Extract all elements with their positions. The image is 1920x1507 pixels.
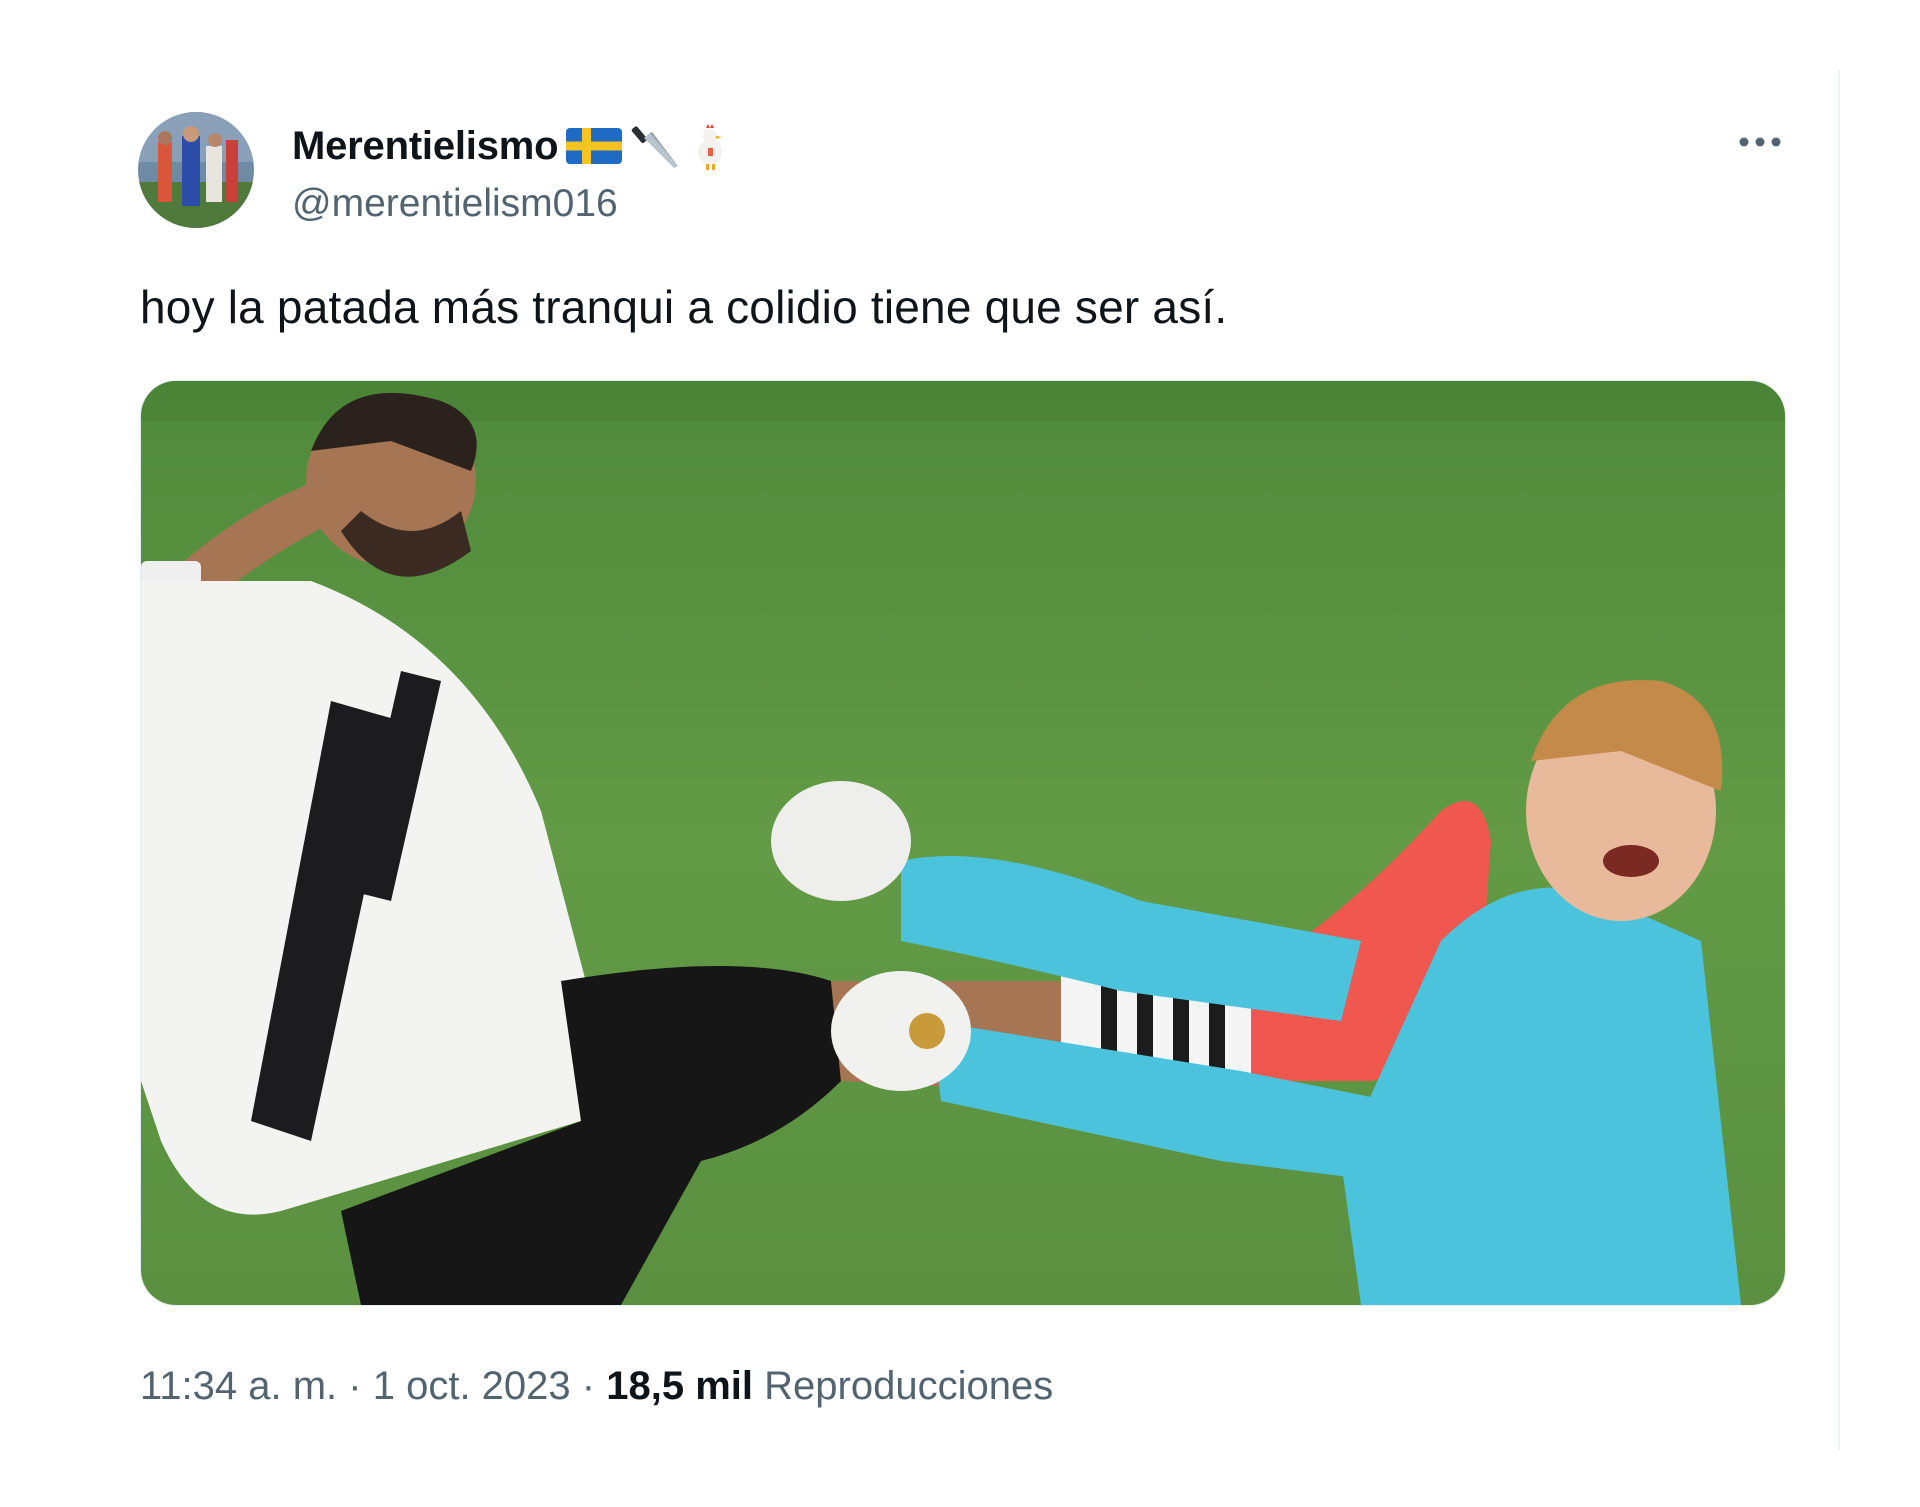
tweet-meta: 11:34 a. m. · 1 oct. 2023 · 18,5 mil Rep… <box>140 1364 1053 1409</box>
more-options-button[interactable] <box>1732 120 1788 164</box>
football-photo <box>141 381 1785 1305</box>
views-label: Reproducciones <box>764 1364 1054 1408</box>
knife-icon <box>630 120 682 172</box>
more-dots-icon <box>1739 137 1781 147</box>
tweet-time[interactable]: 11:34 a. m. <box>140 1364 337 1408</box>
avatar[interactable] <box>138 112 254 228</box>
meta-separator: · <box>581 1364 596 1408</box>
display-name[interactable]: Merentielismo <box>292 124 559 169</box>
sweden-flag-icon <box>566 128 623 164</box>
author-handle[interactable]: @merentielism016 <box>292 182 618 226</box>
tweet-photo[interactable] <box>140 380 1786 1306</box>
author-row: Merentielismo <box>292 118 730 174</box>
meta-separator: · <box>348 1364 362 1408</box>
views-count: 18,5 mil <box>606 1364 754 1408</box>
chicken-icon <box>690 122 730 170</box>
tweet-card: Merentielismo @merentielism016 hoy la pa… <box>0 0 1920 1507</box>
tweet-date[interactable]: 1 oct. 2023 <box>373 1364 571 1408</box>
column-divider <box>1838 70 1840 1450</box>
tweet-text: hoy la patada más tranqui a colidio tien… <box>140 281 1228 333</box>
